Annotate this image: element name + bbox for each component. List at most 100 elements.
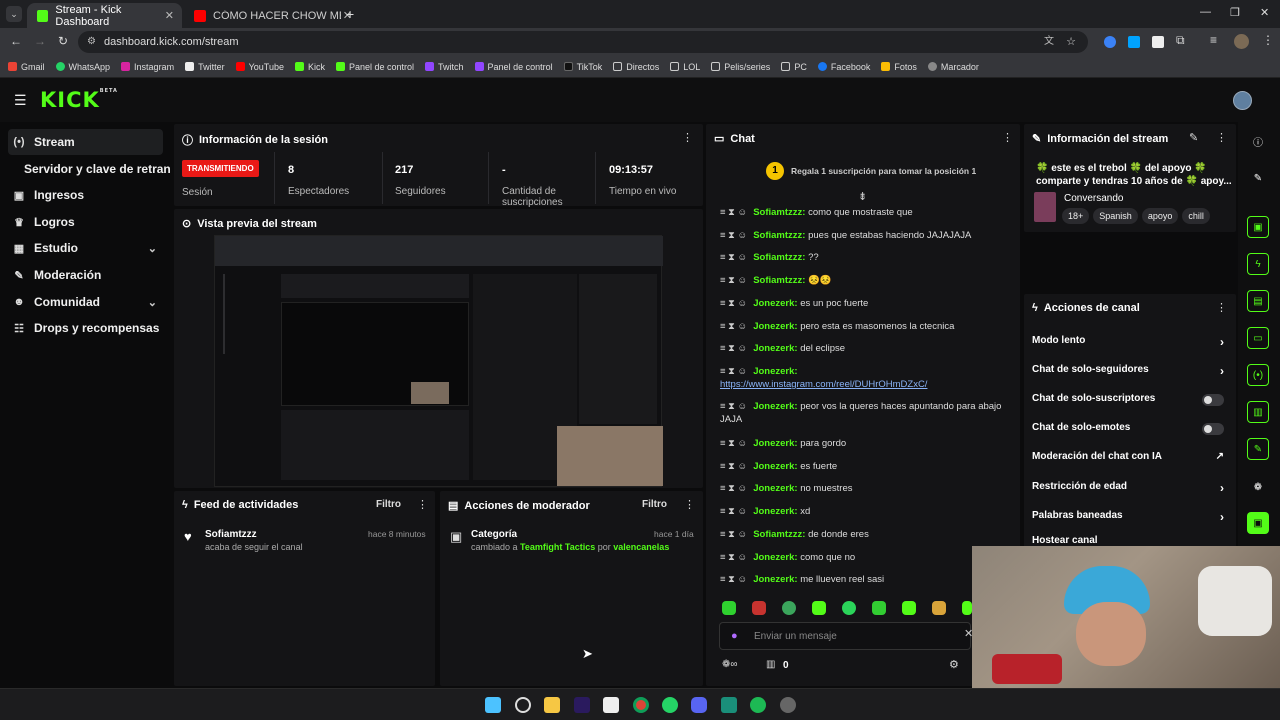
users-icon[interactable]: ❁ [1247, 476, 1269, 498]
sidebar-item-logros[interactable]: ♛ Logros [8, 209, 163, 235]
chat-input[interactable]: ● Enviar un mensaje [719, 622, 971, 650]
emote[interactable] [812, 601, 826, 615]
bookmark-whatsapp[interactable]: WhatsApp [55, 62, 110, 72]
emote[interactable] [722, 601, 736, 615]
channel-action-age-restriction[interactable]: Restricción de edad › [1032, 481, 1226, 495]
chat-message-text[interactable]: https://www.instagram.com/reel/DUHrOHmDZ… [720, 378, 1012, 391]
profile-avatar[interactable] [1234, 34, 1249, 49]
bookmark-marcador[interactable]: Marcador [927, 62, 979, 72]
emote[interactable] [932, 601, 946, 615]
bookmark-gmail[interactable]: Gmail [8, 62, 45, 72]
bookmark-folder-pc[interactable]: PC [781, 62, 807, 72]
bookmark-kick[interactable]: Kick [294, 62, 325, 72]
bookmark-folder-directos[interactable]: Directos [613, 62, 659, 72]
stream-preview-video[interactable] [214, 235, 663, 487]
info-icon[interactable]: ⓘ [1247, 130, 1269, 152]
extensions-puzzle-icon[interactable]: ⧉ [1176, 33, 1185, 48]
extension-icon[interactable] [1128, 36, 1140, 48]
window-close-icon[interactable]: ✕ [1260, 6, 1269, 19]
channel-action-emotes-only[interactable]: Chat de solo-emotes [1032, 422, 1226, 435]
moderator-link[interactable]: valencanelas [613, 542, 669, 552]
reload-icon[interactable]: ↻ [58, 34, 68, 48]
chat-username[interactable]: Sofiamtzzz: [753, 207, 805, 218]
channel-action-slow-mode[interactable]: Modo lento › [1032, 335, 1226, 349]
premiere-icon[interactable] [574, 697, 590, 713]
sidebar-item-ingresos[interactable]: ▣ Ingresos [8, 182, 163, 208]
clipboard-icon[interactable]: ▤ [1247, 290, 1269, 312]
app-icon[interactable]: ▣ [1247, 512, 1269, 534]
more-options-icon[interactable]: ⋮ [417, 498, 428, 511]
hamburger-menu-icon[interactable]: ☰ [14, 92, 27, 109]
sidebar-item-servidor[interactable]: Servidor y clave de retransm [20, 156, 170, 182]
edit-pencil-icon[interactable]: ✎ [1189, 131, 1198, 144]
whatsapp-icon[interactable] [662, 697, 678, 713]
category-link[interactable]: Teamfight Tactics [520, 542, 595, 552]
chat-username[interactable]: Jonezerk: [753, 401, 797, 412]
more-options-icon[interactable]: ⋮ [1216, 301, 1227, 314]
chat-username[interactable]: Jonezerk: [753, 321, 797, 332]
sub-goal-text[interactable]: Regala 1 suscripción para tomar la posic… [791, 166, 976, 176]
windows-start-icon[interactable] [485, 697, 501, 713]
bookmark-star-icon[interactable]: ☆ [1066, 31, 1076, 53]
browser-menu-icon[interactable]: ⋮ [1262, 33, 1274, 47]
chat-username[interactable]: Jonezerk: [753, 343, 797, 354]
channel-action-subscribers-only[interactable]: Chat de solo-suscriptores [1032, 393, 1226, 406]
chat-username[interactable]: Sofiamtzzz: [753, 230, 805, 241]
users-infinity-icon[interactable]: ❁∞ [722, 659, 738, 670]
feed-username[interactable]: Sofiamtzzz [205, 529, 257, 540]
chat-username[interactable]: Jonezerk: [753, 483, 797, 494]
chat-username[interactable]: Jonezerk: [753, 298, 797, 309]
more-options-icon[interactable]: ⋮ [1002, 131, 1013, 144]
emote[interactable] [962, 601, 972, 615]
stream-category[interactable]: Conversando [1064, 193, 1123, 204]
close-tab-icon[interactable]: ✕ [165, 9, 174, 22]
tag[interactable]: apoyo [1141, 208, 1179, 224]
reading-list-icon[interactable]: ≡ [1210, 33, 1217, 47]
chat-username[interactable]: Sofiamtzzz: [753, 529, 805, 540]
chrome-icon[interactable] [633, 697, 649, 713]
bookmark-fotos[interactable]: Fotos [881, 62, 917, 72]
sidebar-item-moderacion[interactable]: ✎ Moderación [8, 262, 163, 288]
filter-button[interactable]: Filtro [642, 499, 667, 510]
channel-action-banned-words[interactable]: Palabras baneadas › [1032, 510, 1226, 524]
bookmark-tiktok[interactable]: TikTok [563, 62, 602, 72]
chat-username[interactable]: Jonezerk: [753, 552, 797, 563]
chat-username[interactable]: Jonezerk: [753, 438, 797, 449]
pin-toggle-icon[interactable]: ⇟ [858, 190, 867, 203]
search-icon[interactable] [515, 697, 531, 713]
window-minimize-icon[interactable]: — [1200, 6, 1211, 18]
broadcast-icon[interactable]: (•) [1247, 364, 1269, 386]
bookmark-instagram[interactable]: Instagram [121, 62, 174, 72]
forward-arrow-icon[interactable]: → [34, 34, 46, 48]
edit-pencil-icon[interactable]: ✎ [1247, 167, 1269, 189]
tag[interactable]: 18+ [1062, 208, 1090, 224]
bookmark-folder-pelis[interactable]: Pelis/series [711, 62, 770, 72]
tag[interactable]: chill [1182, 208, 1210, 224]
tab-kick-dashboard[interactable]: Stream - Kick Dashboard ✕ [27, 3, 182, 28]
chat-username[interactable]: Jonezerk: [753, 506, 797, 517]
layout-icon[interactable]: ▥ [1247, 401, 1269, 423]
filter-button[interactable]: Filtro [376, 499, 401, 510]
chat-username[interactable]: Jonezerk: [753, 366, 797, 377]
mic-icon[interactable]: ● [731, 630, 738, 642]
file-explorer-icon[interactable] [544, 697, 560, 713]
url-bar[interactable]: ⚙ dashboard.kick.com/stream 文 ☆ [78, 31, 1088, 53]
chat-settings-gear-icon[interactable]: ⚙ [949, 658, 959, 671]
back-arrow-icon[interactable]: ← [10, 34, 22, 48]
kick-logo[interactable]: KICKBETA [40, 88, 118, 112]
extension-icon[interactable] [1104, 36, 1116, 48]
channel-action-host-channel[interactable]: Hostear canal [1032, 535, 1226, 546]
capcut-icon[interactable] [603, 697, 619, 713]
bookmark-twitch[interactable]: Twitch [425, 62, 464, 72]
bookmark-folder-lol[interactable]: LOL [670, 62, 700, 72]
emotes-only-toggle[interactable] [1202, 423, 1224, 435]
chat-username[interactable]: Jonezerk: [753, 574, 797, 585]
translate-icon[interactable]: 文 [1044, 31, 1054, 53]
more-options-icon[interactable]: ⋮ [684, 498, 695, 511]
bookmark-youtube[interactable]: YouTube [235, 62, 284, 72]
spotify-icon[interactable] [750, 697, 766, 713]
bookmark-panel-kick[interactable]: Panel de control [335, 62, 414, 72]
chat-username[interactable]: Sofiamtzzz: [753, 252, 805, 263]
treasure-icon[interactable]: ▥ [766, 659, 775, 670]
window-maximize-icon[interactable]: ❐ [1230, 6, 1240, 19]
